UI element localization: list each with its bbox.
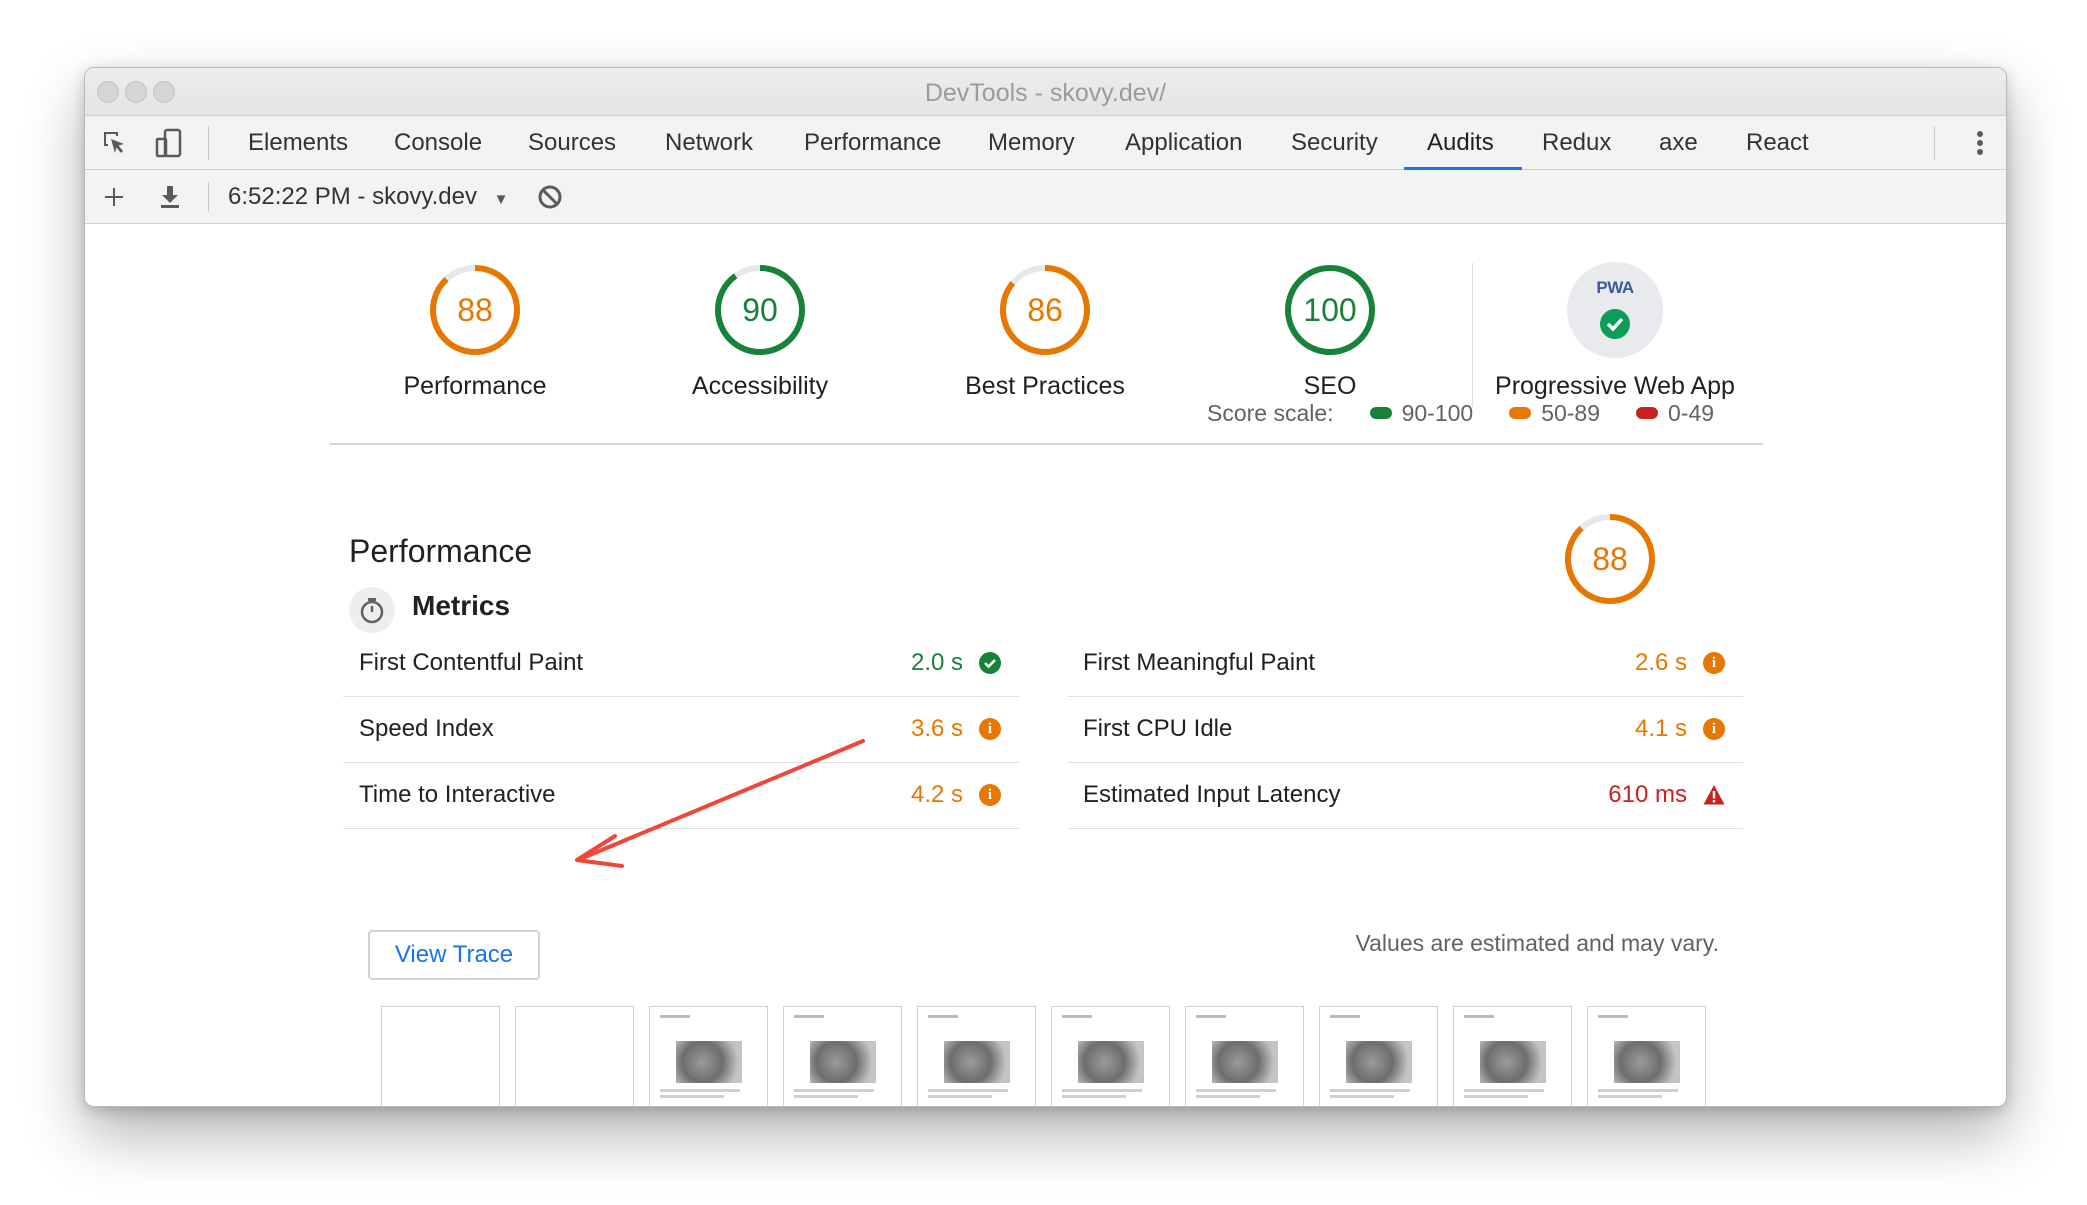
tab-audits[interactable]: Audits [1427,116,1494,170]
report-selector-label: 6:52:22 PM - skovy.dev [228,183,477,210]
tab-performance[interactable]: Performance [804,116,941,170]
chevron-down-icon: ▼ [493,191,509,208]
device-toolbar-icon[interactable] [153,116,185,170]
tab-network[interactable]: Network [665,116,753,170]
devtools-window: DevTools - skovy.dev/ Elements Console S… [84,67,2007,1107]
audits-report: 88 Performance 90 Accessibility 86 Best … [85,224,2006,1106]
tab-react[interactable]: React [1746,116,1809,170]
annotation-arrow [575,739,865,868]
tab-security[interactable]: Security [1291,116,1378,170]
new-audit-icon[interactable] [99,170,129,224]
tab-axe[interactable]: axe [1659,116,1698,170]
report-selector[interactable]: 6:52:22 PM - skovy.dev ▼ [228,170,509,224]
tab-sources[interactable]: Sources [528,116,616,170]
window-title: DevTools - skovy.dev/ [924,79,1167,107]
toolbar-divider [208,182,209,212]
inspect-element-icon[interactable] [99,116,131,170]
tab-elements[interactable]: Elements [248,116,348,170]
title-bar: DevTools - skovy.dev/ [85,68,2006,116]
toolbar-divider [208,126,209,160]
toolbar-divider [1934,126,1935,160]
download-report-icon[interactable] [155,170,185,224]
clear-reports-icon[interactable] [533,170,567,224]
tab-application[interactable]: Application [1125,116,1242,170]
tab-memory[interactable]: Memory [988,116,1075,170]
more-options-icon[interactable] [1965,116,1995,170]
audits-toolbar: 6:52:22 PM - skovy.dev ▼ [85,170,2006,224]
panel-tab-bar: Elements Console Sources Network Perform… [85,116,2006,170]
tab-redux[interactable]: Redux [1542,116,1611,170]
tab-console[interactable]: Console [394,116,482,170]
